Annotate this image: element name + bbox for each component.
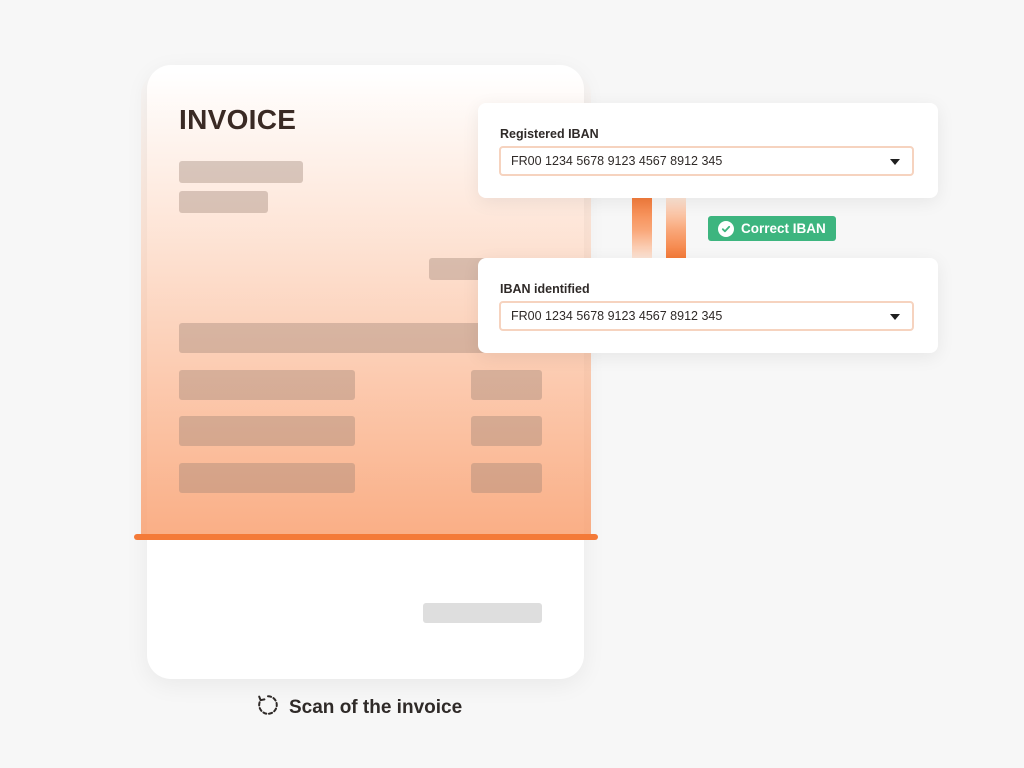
identified-iban-label: IBAN identified (500, 282, 590, 296)
placeholder-row-cell (179, 463, 355, 493)
placeholder-table-header (179, 323, 490, 353)
placeholder-row-amount (471, 463, 542, 493)
invoice-title: INVOICE (179, 104, 297, 135)
placeholder-row-amount (471, 416, 542, 446)
check-circle-icon (718, 220, 734, 237)
identified-iban-card: IBAN identified FR00 1234 5678 9123 4567… (478, 258, 938, 353)
placeholder-row-cell (179, 416, 355, 446)
placeholder-row-cell (179, 370, 355, 400)
placeholder-line (179, 161, 303, 183)
placeholder-total (423, 603, 542, 623)
status-badge: Correct IBAN (708, 216, 836, 241)
identified-iban-value: FR00 1234 5678 9123 4567 8912 345 (511, 309, 723, 323)
connector-bar (666, 196, 686, 258)
scan-caption-text: Scan of the invoice (289, 697, 463, 718)
scan-line (134, 534, 598, 540)
connector-bar (632, 196, 652, 258)
rotate-icon (256, 693, 280, 723)
identified-iban-select[interactable]: FR00 1234 5678 9123 4567 8912 345 (499, 301, 914, 331)
registered-iban-select[interactable]: FR00 1234 5678 9123 4567 8912 345 (499, 146, 914, 176)
status-badge-label: Correct IBAN (741, 221, 826, 236)
placeholder-line (179, 191, 268, 213)
registered-iban-label: Registered IBAN (500, 127, 599, 141)
registered-iban-card: Registered IBAN FR00 1234 5678 9123 4567… (478, 103, 938, 198)
caret-down-icon[interactable] (890, 314, 900, 320)
caret-down-icon[interactable] (890, 159, 900, 165)
placeholder-row-amount (471, 370, 542, 400)
scan-caption: Scan of the invoice (256, 693, 462, 723)
registered-iban-value: FR00 1234 5678 9123 4567 8912 345 (511, 154, 723, 168)
